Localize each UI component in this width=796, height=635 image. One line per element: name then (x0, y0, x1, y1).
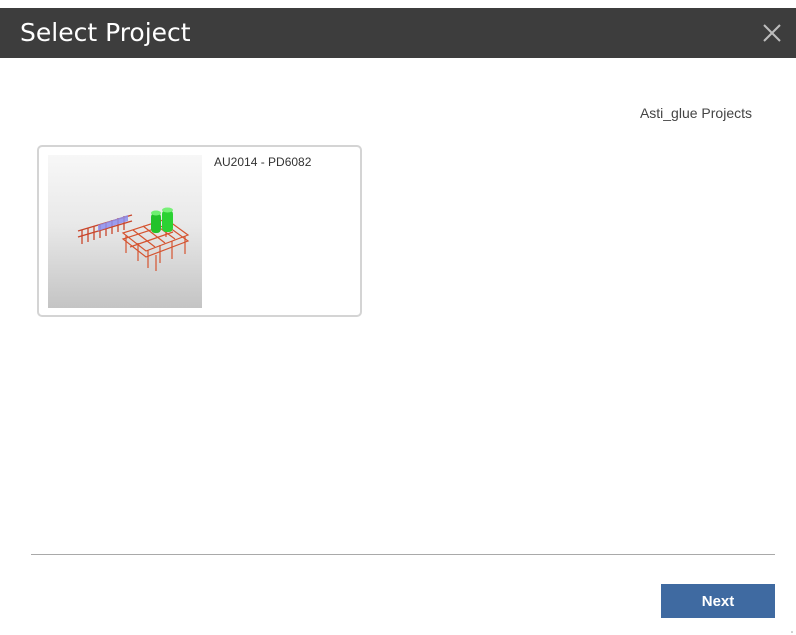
next-button[interactable]: Next (661, 584, 775, 618)
dialog-title: Select Project (20, 18, 191, 47)
close-icon[interactable] (760, 21, 784, 45)
3d-model-icon (77, 207, 190, 271)
project-card[interactable]: AU2014 - PD6082 (37, 145, 362, 317)
account-projects-label: Asti_glue Projects (639, 105, 752, 121)
dialog-titlebar: Select Project (0, 8, 796, 58)
select-project-dialog: Select Project Asti_glue Projects AU2014… (0, 0, 796, 635)
resize-grip-icon[interactable] (786, 625, 794, 633)
project-thumbnail-image (48, 155, 202, 308)
project-name: AU2014 - PD6082 (214, 155, 312, 169)
footer-divider (31, 554, 775, 555)
